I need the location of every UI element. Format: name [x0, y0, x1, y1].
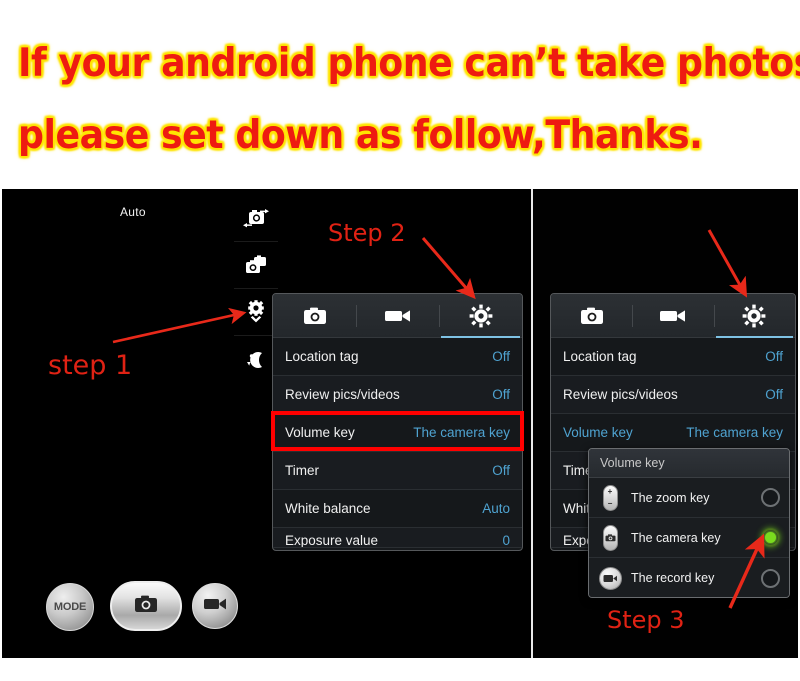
- option-the-camera-key[interactable]: The camera key: [589, 518, 789, 558]
- option-label: The zoom key: [631, 490, 710, 505]
- headline-banner: If your android phone can’t take photos,…: [18, 28, 800, 172]
- table-row[interactable]: Review pics/videos Off: [273, 376, 522, 414]
- dialog-title: Volume key: [589, 449, 789, 478]
- record-button[interactable]: [192, 583, 238, 629]
- row-value: Off: [492, 387, 510, 402]
- record-circle-icon: [598, 565, 622, 591]
- shutter-button[interactable]: [110, 581, 182, 631]
- tab-video[interactable]: [356, 294, 439, 338]
- row-value: The camera key: [413, 425, 510, 440]
- tab-photo[interactable]: [551, 294, 632, 338]
- option-label: The camera key: [631, 530, 721, 545]
- table-row-volume-key[interactable]: Volume key The camera key: [551, 414, 795, 452]
- table-row[interactable]: White balance Auto: [273, 490, 522, 528]
- settings-tabbar-right: [551, 294, 795, 339]
- option-the-zoom-key[interactable]: + − The zoom key: [589, 478, 789, 518]
- settings-panel-left: Location tag Off Review pics/videos Off …: [272, 293, 523, 551]
- tab-photo[interactable]: [273, 294, 356, 338]
- camera-bottom-controls: MODE: [2, 577, 267, 641]
- row-value: Off: [492, 463, 510, 478]
- row-value: 0: [502, 533, 510, 548]
- row-label: Location tag: [563, 349, 637, 364]
- table-row[interactable]: Review pics/videos Off: [551, 376, 795, 414]
- table-row[interactable]: Exposure value 0: [273, 528, 522, 548]
- row-value: Off: [765, 349, 783, 364]
- headline-line-1: If your android phone can’t take photos,: [18, 41, 800, 86]
- camera-icon: [302, 306, 328, 326]
- row-label: Timer: [285, 463, 319, 478]
- gear-icon: [742, 304, 766, 328]
- row-label: Exposure value: [285, 533, 379, 548]
- annotation-step-1: step 1: [48, 350, 133, 381]
- table-row-volume-key[interactable]: Volume key The camera key: [273, 414, 522, 452]
- row-label: Volume key: [563, 425, 633, 440]
- annotation-step-3: Step 3: [607, 606, 685, 634]
- row-label: Review pics/videos: [563, 387, 678, 402]
- mode-button[interactable]: MODE: [46, 583, 94, 631]
- volume-rocker-camera-icon: [598, 524, 622, 551]
- row-value: Off: [765, 387, 783, 402]
- camcorder-icon: [658, 308, 688, 324]
- row-label: Location tag: [285, 349, 359, 364]
- headline-line-2: please set down as follow,Thanks.: [18, 113, 703, 158]
- row-label: Review pics/videos: [285, 387, 400, 402]
- annotation-step-2: Step 2: [328, 219, 406, 247]
- mode-auto-label: Auto: [120, 205, 146, 219]
- camcorder-icon: [383, 308, 413, 324]
- table-row[interactable]: Timer Off: [273, 452, 522, 490]
- table-row[interactable]: Location tag Off: [551, 338, 795, 376]
- row-label: White balance: [285, 501, 371, 516]
- camera-icon: [133, 594, 159, 619]
- radio-the-record-key[interactable]: [761, 568, 780, 588]
- settings-rows-left: Location tag Off Review pics/videos Off …: [273, 338, 522, 548]
- volume-rocker-zoom-icon: + −: [598, 484, 622, 511]
- radio-the-camera-key[interactable]: [761, 528, 780, 547]
- row-value: Off: [492, 349, 510, 364]
- row-value: The camera key: [686, 425, 783, 440]
- row-value: Auto: [482, 501, 510, 516]
- page-root: If your android phone can’t take photos,…: [0, 0, 800, 681]
- row-label: Volume key: [285, 425, 355, 440]
- switch-camera-icon[interactable]: [234, 195, 278, 242]
- camera-icon: [579, 306, 605, 326]
- volume-key-dialog: Volume key + − The zoom key The camera k…: [588, 448, 790, 598]
- tab-general[interactable]: [713, 294, 795, 339]
- option-label: The record key: [631, 571, 715, 585]
- settings-tabbar-left: [273, 294, 522, 339]
- multi-shot-camera-icon[interactable]: [234, 242, 278, 289]
- radio-the-zoom-key[interactable]: [761, 488, 780, 507]
- gear-icon: [469, 304, 493, 328]
- table-row[interactable]: Location tag Off: [273, 338, 522, 376]
- tab-video[interactable]: [632, 294, 713, 338]
- option-the-record-key[interactable]: The record key: [589, 558, 789, 597]
- camcorder-icon: [202, 596, 228, 617]
- tab-general[interactable]: [439, 294, 522, 339]
